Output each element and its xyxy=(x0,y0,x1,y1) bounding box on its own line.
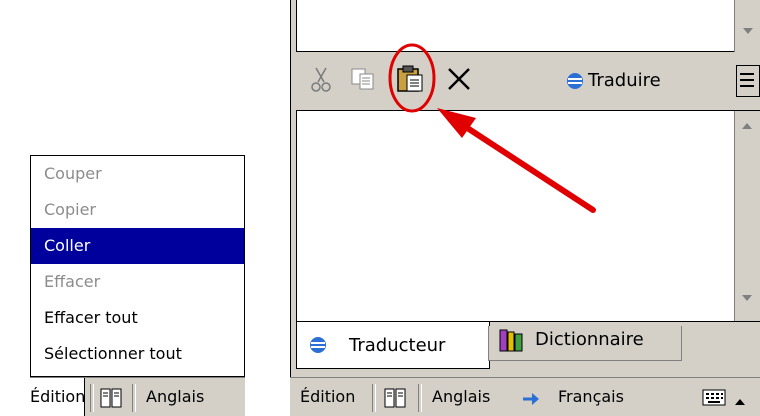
menu-item-cut[interactable]: Couper xyxy=(31,156,244,192)
menu-item-paste[interactable]: Coller xyxy=(31,228,244,264)
source-language-button[interactable]: Anglais xyxy=(432,378,490,416)
translation-text-box[interactable] xyxy=(296,110,760,322)
tab-dictionary-label: Dictionnaire xyxy=(535,329,644,350)
bar-divider xyxy=(418,384,422,412)
tab-dictionary[interactable]: Dictionnaire xyxy=(488,326,682,361)
tab-translator[interactable]: Traducteur xyxy=(296,322,490,369)
tab-strip: Traducteur Dictionnaire xyxy=(296,322,760,372)
hamburger-menu-icon[interactable] xyxy=(736,65,760,97)
source-scrollbar[interactable] xyxy=(734,0,760,52)
left-bottom-menubar: Édition Anglais xyxy=(30,377,245,416)
language-menu-button[interactable]: Anglais xyxy=(146,378,204,416)
target-language-button[interactable]: Français xyxy=(558,378,624,416)
copy-icon[interactable] xyxy=(350,66,376,96)
keyboard-icon[interactable] xyxy=(702,388,728,412)
tab-translator-label: Traducteur xyxy=(349,335,446,356)
menu-item-copy[interactable]: Copier xyxy=(31,192,244,228)
edition-menu-button[interactable]: Édition xyxy=(30,378,85,416)
input-panel-icon[interactable] xyxy=(100,387,124,413)
bar-divider xyxy=(132,384,136,412)
scroll-down-icon[interactable] xyxy=(743,28,753,34)
translation-scrollbar[interactable] xyxy=(734,111,760,321)
translate-button[interactable]: Traduire xyxy=(588,66,661,96)
right-bottom-menubar: Édition Anglais Français xyxy=(290,377,760,416)
bar-divider xyxy=(372,384,376,412)
dictionary-books-icon xyxy=(499,328,525,358)
scissors-icon[interactable] xyxy=(310,66,332,98)
scroll-down-icon[interactable] xyxy=(742,295,752,301)
translate-globe-icon[interactable] xyxy=(566,72,584,94)
menu-item-clear[interactable]: Effacer xyxy=(31,264,244,300)
edition-menu-button[interactable]: Édition xyxy=(300,378,355,416)
delete-x-icon[interactable] xyxy=(446,66,472,96)
input-arrow-icon[interactable] xyxy=(734,392,746,411)
right-arrow-icon xyxy=(522,391,540,410)
paste-icon[interactable] xyxy=(396,64,426,98)
translator-icon xyxy=(309,336,327,358)
bar-divider xyxy=(90,384,94,412)
input-panel-icon[interactable] xyxy=(384,387,408,413)
menu-item-select-all[interactable]: Sélectionner tout xyxy=(31,336,244,372)
menu-item-clear-all[interactable]: Effacer tout xyxy=(31,300,244,336)
scroll-up-icon[interactable] xyxy=(742,123,752,129)
edit-toolbar: Traduire xyxy=(296,52,760,110)
edit-context-menu: Couper Copier Coller Effacer Effacer tou… xyxy=(30,155,245,377)
source-text-box[interactable] xyxy=(296,0,760,52)
